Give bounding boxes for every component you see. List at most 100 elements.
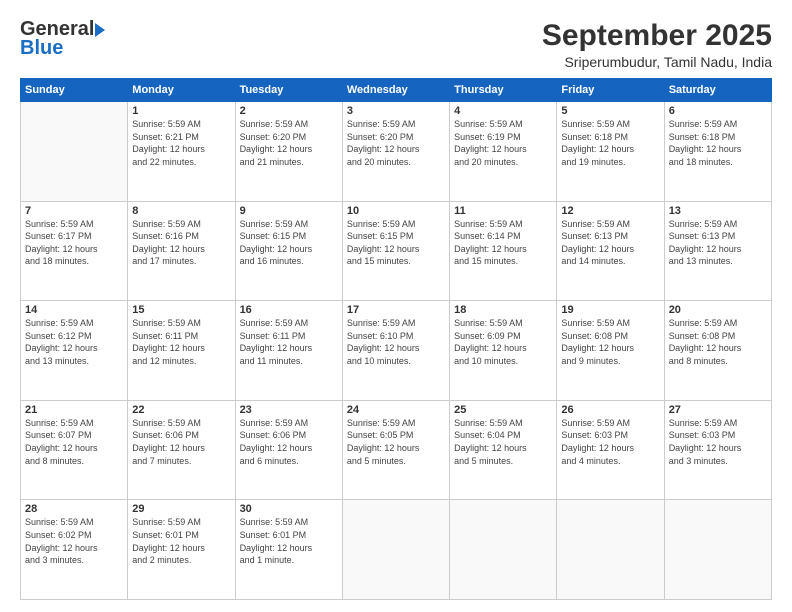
table-row: 19Sunrise: 5:59 AMSunset: 6:08 PMDayligh… bbox=[557, 301, 664, 401]
day-info: Sunrise: 5:59 AMSunset: 6:11 PMDaylight:… bbox=[240, 317, 338, 367]
day-info-line: Daylight: 12 hours bbox=[240, 543, 313, 553]
day-info-line: Daylight: 12 hours bbox=[454, 244, 527, 254]
table-row: 1Sunrise: 5:59 AMSunset: 6:21 PMDaylight… bbox=[128, 102, 235, 202]
day-number: 21 bbox=[25, 404, 123, 416]
day-info-line: and 18 minutes. bbox=[25, 256, 89, 266]
day-info-line: and 10 minutes. bbox=[347, 356, 411, 366]
table-row bbox=[450, 500, 557, 600]
day-number: 17 bbox=[347, 304, 445, 316]
table-row: 17 Sunrise: 5:59 AM Sunset: 6:10 PM Dayligh… bbox=[342, 301, 449, 401]
day-info-line: Daylight: 12 hours bbox=[669, 244, 742, 254]
day-number: 28 bbox=[25, 503, 123, 515]
day-info-line: and 9 minutes. bbox=[561, 356, 620, 366]
table-row: 14Sunrise: 5:59 AMSunset: 6:12 PMDayligh… bbox=[21, 301, 128, 401]
table-row: 23Sunrise: 5:59 AMSunset: 6:06 PMDayligh… bbox=[235, 400, 342, 500]
day-info-line: Sunrise: 5:59 AM bbox=[132, 418, 201, 428]
day-info-line: Daylight: 12 hours bbox=[454, 144, 527, 154]
day-info-line: Daylight: 12 hours bbox=[25, 543, 98, 553]
day-info: Sunrise: 5:59 AMSunset: 6:20 PMDaylight:… bbox=[347, 118, 445, 168]
day-info-line: Sunrise: 5:59 AM bbox=[347, 318, 416, 328]
day-info-line: and 13 minutes. bbox=[25, 356, 89, 366]
day-info-line: Sunset: 6:09 PM bbox=[454, 331, 521, 341]
logo-arrow-icon bbox=[95, 23, 105, 37]
day-info-line: Sunrise: 5:59 AM bbox=[25, 219, 94, 229]
day-info-line: Sunset: 6:02 PM bbox=[25, 530, 92, 540]
day-info: Sunrise: 5:59 AMSunset: 6:18 PMDaylight:… bbox=[669, 118, 767, 168]
col-friday: Friday bbox=[557, 79, 664, 102]
day-info-line: Daylight: 12 hours bbox=[347, 343, 420, 353]
day-number: 25 bbox=[454, 404, 552, 416]
day-number: 20 bbox=[669, 304, 767, 316]
day-number: 16 bbox=[240, 304, 338, 316]
day-info-line: Sunset: 6:10 PM bbox=[347, 331, 414, 341]
day-info-line: Sunrise: 5:59 AM bbox=[561, 219, 630, 229]
table-row: 30Sunrise: 5:59 AMSunset: 6:01 PMDayligh… bbox=[235, 500, 342, 600]
day-info-line: Daylight: 12 hours bbox=[669, 343, 742, 353]
day-info-line: and 8 minutes. bbox=[25, 456, 84, 466]
day-info: Sunrise: 5:59 AMSunset: 6:06 PMDaylight:… bbox=[240, 417, 338, 467]
day-info-line: and 3 minutes. bbox=[25, 555, 84, 565]
day-info-line: and 6 minutes. bbox=[240, 456, 299, 466]
day-info-line: Sunset: 6:01 PM bbox=[132, 530, 199, 540]
col-tuesday: Tuesday bbox=[235, 79, 342, 102]
day-info-line: Sunrise: 5:59 AM bbox=[132, 119, 201, 129]
day-info-line: Sunrise: 5:59 AM bbox=[132, 517, 201, 527]
day-number: 14 bbox=[25, 304, 123, 316]
day-info-line: Sunrise: 5:59 AM bbox=[347, 119, 416, 129]
day-info: Sunrise: 5:59 AMSunset: 6:13 PMDaylight:… bbox=[669, 218, 767, 268]
day-info-line: Sunrise: 5:59 AM bbox=[132, 318, 201, 328]
calendar-week-row: 7Sunrise: 5:59 AMSunset: 6:17 PMDaylight… bbox=[21, 201, 772, 301]
page: General Blue September 2025 Sriperumbudu… bbox=[0, 0, 792, 612]
day-info: Sunrise: 5:59 AMSunset: 6:15 PMDaylight:… bbox=[347, 218, 445, 268]
day-info: Sunrise: 5:59 AM Sunset: 6:14 PM Daylight:… bbox=[454, 218, 552, 268]
day-info-line: Sunrise: 5:59 AM bbox=[454, 418, 523, 428]
day-info-line: Sunset: 6:14 PM bbox=[454, 231, 521, 241]
table-row: 12Sunrise: 5:59 AMSunset: 6:13 PMDayligh… bbox=[557, 201, 664, 301]
day-number: 3 bbox=[347, 105, 445, 117]
day-info: Sunrise: 5:59 AM Sunset: 6:02 PM Daylight:… bbox=[25, 516, 123, 566]
day-info-line: Sunrise: 5:59 AM bbox=[25, 517, 94, 527]
day-info-line: and 19 minutes. bbox=[561, 157, 625, 167]
day-info-line: Sunrise: 5:59 AM bbox=[454, 219, 523, 229]
day-info-line: Daylight: 12 hours bbox=[561, 244, 634, 254]
col-thursday: Thursday bbox=[450, 79, 557, 102]
day-info-line: Daylight: 12 hours bbox=[132, 244, 205, 254]
day-info-line: Sunset: 6:08 PM bbox=[561, 331, 628, 341]
table-row bbox=[342, 500, 449, 600]
day-info: Sunrise: 5:59 AMSunset: 6:08 PMDaylight:… bbox=[561, 317, 659, 367]
day-info-line: and 5 minutes. bbox=[347, 456, 406, 466]
day-info: Sunrise: 5:59 AMSunset: 6:09 PMDaylight:… bbox=[454, 317, 552, 367]
table-row: 24Sunrise: 5:59 AMSunset: 6:05 PMDayligh… bbox=[342, 400, 449, 500]
day-info-line: Sunset: 6:15 PM bbox=[240, 231, 307, 241]
day-number: 22 bbox=[132, 404, 230, 416]
day-number: 15 bbox=[132, 304, 230, 316]
day-info-line: and 18 minutes. bbox=[669, 157, 733, 167]
col-monday: Monday bbox=[128, 79, 235, 102]
day-info-line: Sunrise: 5:59 AM bbox=[25, 418, 94, 428]
day-info: Sunrise: 5:59 AMSunset: 6:12 PMDaylight:… bbox=[25, 317, 123, 367]
col-wednesday: Wednesday bbox=[342, 79, 449, 102]
day-info-line: Sunset: 6:15 PM bbox=[347, 231, 414, 241]
day-number: 27 bbox=[669, 404, 767, 416]
day-info-line: Sunset: 6:18 PM bbox=[669, 132, 736, 142]
day-info-line: and 4 minutes. bbox=[561, 456, 620, 466]
day-info: Sunrise: 5:59 AMSunset: 6:15 PMDaylight:… bbox=[240, 218, 338, 268]
day-info-line: Daylight: 12 hours bbox=[240, 144, 313, 154]
day-number: 13 bbox=[669, 205, 767, 217]
day-info-line: Daylight: 12 hours bbox=[454, 443, 527, 453]
day-info-line: Sunset: 6:06 PM bbox=[240, 430, 307, 440]
day-info-line: Sunset: 6:20 PM bbox=[240, 132, 307, 142]
logo: General Blue bbox=[20, 18, 106, 60]
day-info-line: and 5 minutes. bbox=[454, 456, 513, 466]
month-title: September 2025 bbox=[542, 18, 772, 54]
logo-blue: Blue bbox=[20, 37, 63, 60]
calendar-week-row: 14Sunrise: 5:59 AMSunset: 6:12 PMDayligh… bbox=[21, 301, 772, 401]
day-info-line: Sunset: 6:16 PM bbox=[132, 231, 199, 241]
day-info-line: and 13 minutes. bbox=[669, 256, 733, 266]
day-info: Sunrise: 5:59 AMSunset: 6:18 PMDaylight:… bbox=[561, 118, 659, 168]
day-info-line: Daylight: 12 hours bbox=[240, 244, 313, 254]
day-info-line: Sunset: 6:21 PM bbox=[132, 132, 199, 142]
day-number: 29 bbox=[132, 503, 230, 515]
table-row: 4Sunrise: 5:59 AMSunset: 6:19 PMDaylight… bbox=[450, 102, 557, 202]
day-info-line: Sunrise: 5:59 AM bbox=[347, 219, 416, 229]
